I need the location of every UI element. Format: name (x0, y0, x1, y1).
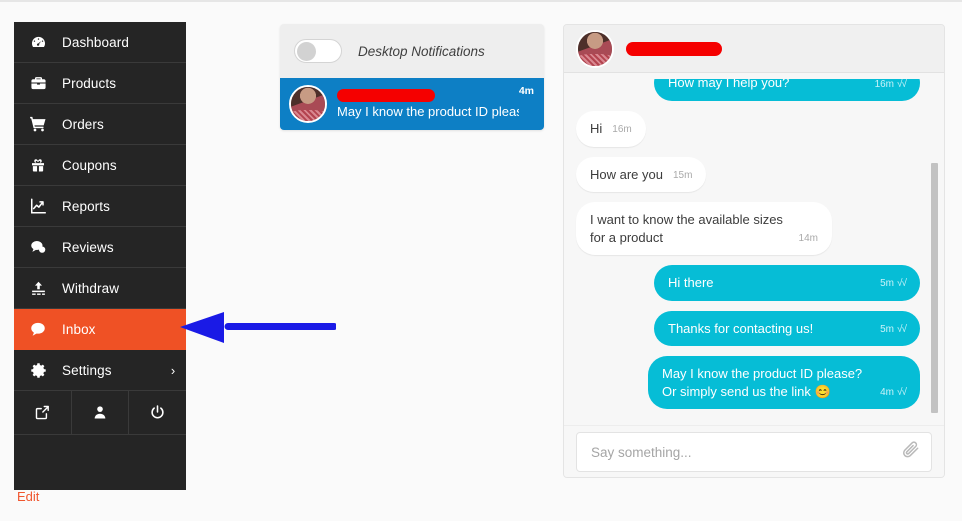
chat-message-row: Thanks for contacting us! 5m √√ (576, 310, 920, 347)
chat-message-time: 14m (798, 232, 818, 244)
chat-message-time: 5m (880, 278, 895, 290)
chat-message-time: 16m (612, 124, 632, 136)
read-receipt-icon: √√ (897, 386, 907, 398)
chat-input-wrapper (576, 432, 932, 472)
sidebar-item-label: Dashboard (62, 34, 129, 50)
sidebar-item-label: Coupons (62, 157, 117, 173)
cart-icon (14, 115, 62, 133)
sidebar-item-label: Reports (62, 198, 110, 214)
sidebar-item-label: Settings (62, 362, 112, 378)
chat-bubble-incoming: How are you 15m (576, 156, 707, 193)
read-receipt-icon: √√ (897, 79, 907, 90)
power-icon[interactable] (129, 391, 186, 434)
briefcase-icon (14, 75, 62, 92)
chat-message-meta: 5m √√ (880, 323, 907, 338)
page-root: Dashboard Products Orders Coupons Report (0, 0, 962, 521)
notification-list-item[interactable]: May I know the product ID pleas... 4m (280, 78, 544, 130)
chat-contact-name-redacted (626, 41, 722, 56)
sidebar-item-products[interactable]: Products (14, 63, 186, 104)
chat-message-text: Hi there (668, 275, 714, 291)
chat-message-input[interactable] (589, 433, 891, 471)
dashboard-icon (14, 34, 62, 51)
notification-preview-text: May I know the product ID pleas... (337, 104, 519, 119)
avatar (576, 29, 614, 68)
sidebar-item-reports[interactable]: Reports (14, 186, 186, 227)
chat-message-row: May I know the product ID please? Or sim… (576, 356, 920, 410)
sidebar-icon-row (14, 391, 186, 435)
read-receipt-icon: √√ (897, 323, 907, 335)
desktop-notifications-row: Desktop Notifications (280, 24, 544, 78)
chat-message-time: 5m (880, 323, 895, 335)
chat-message-text: Thanks for contacting us! (668, 320, 814, 336)
notifications-panel: Desktop Notifications May I know the pro… (280, 24, 544, 130)
chat-message-clipped: How may I help you? 16m √√ (576, 79, 920, 101)
gear-icon (14, 362, 62, 379)
desktop-notifications-toggle[interactable] (294, 39, 342, 63)
chat-message-text: How are you (590, 166, 663, 182)
sidebar-item-label: Orders (62, 116, 104, 132)
chat-message-row: How are you 15m (576, 156, 920, 193)
sidebar-item-label: Inbox (62, 321, 96, 337)
chat-message-text: How may I help you? (668, 79, 790, 91)
sidebar-item-label: Withdraw (62, 280, 120, 296)
external-link-icon[interactable] (14, 391, 72, 434)
paperclip-icon[interactable] (901, 440, 921, 465)
comments-icon (14, 238, 62, 256)
sidebar-item-dashboard[interactable]: Dashboard (14, 22, 186, 63)
toggle-knob (297, 41, 316, 61)
chat-scrollbar-thumb[interactable] (931, 163, 938, 413)
read-receipt-icon: √√ (897, 278, 907, 290)
chat-message-time: 16m (874, 79, 895, 90)
sidebar-item-inbox[interactable]: Inbox (14, 309, 186, 350)
chat-message-time: 4m (880, 386, 895, 398)
chat-bubble-outgoing: May I know the product ID please? Or sim… (648, 356, 920, 410)
chat-message-row: Hi 16m (576, 111, 920, 147)
sidebar-item-label: Products (62, 75, 117, 91)
chat-bubble-incoming: I want to know the available sizes for a… (576, 202, 832, 256)
chat-bubble-incoming: Hi 16m (576, 111, 646, 147)
chat-message-text: May I know the product ID please? Or sim… (662, 366, 863, 399)
sidebar-item-reviews[interactable]: Reviews (14, 227, 186, 268)
sender-name-redacted (337, 89, 435, 102)
chevron-right-icon: › (170, 362, 176, 378)
chat-bubble-outgoing: Thanks for contacting us! 5m √√ (654, 310, 920, 347)
chat-panel: How may I help you? 16m √√ Hi 16m How are… (563, 24, 945, 478)
gift-icon (14, 157, 62, 174)
sidebar-item-coupons[interactable]: Coupons (14, 145, 186, 186)
chat-message-row: I want to know the available sizes for a… (576, 202, 920, 256)
chart-line-icon (14, 197, 62, 215)
sidebar: Dashboard Products Orders Coupons Report (14, 22, 186, 490)
chat-bubble-outgoing: Hi there 5m √√ (654, 265, 920, 301)
avatar (289, 85, 327, 123)
user-icon[interactable] (72, 391, 130, 434)
chat-bubble-outgoing: How may I help you? 16m √√ (654, 79, 920, 101)
sidebar-item-orders[interactable]: Orders (14, 104, 186, 145)
upload-icon (14, 280, 62, 297)
arrow-annotation-icon (180, 312, 338, 344)
edit-link[interactable]: Edit (17, 489, 39, 504)
chat-message-meta: 5m √√ (880, 277, 907, 292)
sidebar-item-settings[interactable]: Settings › (14, 350, 186, 391)
chat-message-text: I want to know the available sizes for a… (590, 212, 783, 245)
chat-message-meta: 4m √√ (880, 386, 907, 401)
desktop-notifications-label: Desktop Notifications (358, 43, 485, 59)
notification-time: 4m (518, 85, 534, 97)
chat-bubble-icon (14, 320, 62, 338)
chat-message-row: Hi there 5m √√ (576, 265, 920, 301)
chat-footer (564, 425, 944, 477)
chat-message-time: 15m (672, 169, 693, 181)
sidebar-item-withdraw[interactable]: Withdraw (14, 268, 186, 309)
chat-message-list[interactable]: How may I help you? 16m √√ Hi 16m How are… (564, 73, 944, 425)
chat-header (564, 25, 944, 73)
notification-body: May I know the product ID pleas... (337, 89, 519, 119)
chat-message-text: Hi (590, 121, 603, 136)
chat-message-meta: 16m √√ (874, 79, 907, 92)
sidebar-item-label: Reviews (62, 239, 114, 255)
